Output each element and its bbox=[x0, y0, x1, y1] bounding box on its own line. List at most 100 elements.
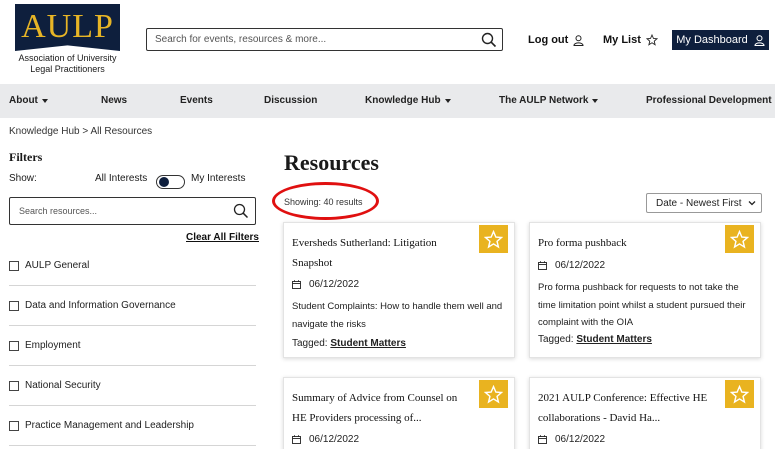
card-title[interactable]: Summary of Advice from Counsel on HE Pro… bbox=[292, 388, 474, 428]
interest-checkbox-employment[interactable]: Employment bbox=[9, 326, 256, 366]
nav-item-professional-development[interactable]: Professional Development bbox=[646, 95, 772, 106]
interest-checkbox-data-governance[interactable]: Data and Information Governance bbox=[9, 286, 256, 326]
nav-item-label: Discussion bbox=[264, 95, 318, 106]
checkbox[interactable] bbox=[9, 340, 19, 351]
tag-link[interactable]: Student Matters bbox=[330, 338, 406, 349]
resource-card[interactable]: 2021 AULP Conference: Effective HE colla… bbox=[529, 377, 761, 449]
interest-label: Data and Information Governance bbox=[25, 300, 176, 311]
my-list-label: My List bbox=[603, 34, 641, 46]
add-to-list-button[interactable] bbox=[479, 380, 508, 408]
nav-item-label: News bbox=[101, 95, 128, 106]
interest-label: National Security bbox=[25, 380, 101, 391]
nav-item-label: Professional Development bbox=[646, 95, 772, 106]
star-icon bbox=[645, 34, 658, 46]
logout-link[interactable]: Log out bbox=[528, 34, 584, 46]
search-icon[interactable] bbox=[481, 32, 497, 48]
interests-toggle[interactable] bbox=[156, 175, 185, 189]
sort-select[interactable]: Date - Newest First bbox=[646, 193, 762, 213]
nav-item-label: About bbox=[9, 95, 38, 106]
checkbox[interactable] bbox=[9, 380, 19, 391]
aulp-logo[interactable]: AULP Association of University Legal Pra… bbox=[15, 4, 120, 75]
logo-flag: AULP bbox=[15, 4, 120, 51]
red-annotation-circle bbox=[272, 182, 379, 220]
nav-item-events[interactable]: Events bbox=[180, 95, 213, 106]
calendar-icon bbox=[538, 261, 547, 270]
breadcrumb-separator: > bbox=[79, 126, 91, 137]
my-list-link[interactable]: My List bbox=[603, 34, 658, 46]
resource-card[interactable]: Eversheds Sutherland: Litigation Snapsho… bbox=[283, 222, 515, 358]
site-search-input[interactable]: Search for events, resources & more... bbox=[146, 28, 503, 51]
card-date-value: 06/12/2022 bbox=[309, 434, 360, 445]
calendar-icon bbox=[292, 280, 301, 289]
card-date-value: 06/12/2022 bbox=[555, 260, 606, 271]
nav-item-label: Events bbox=[180, 95, 213, 106]
tag-label: Tagged: bbox=[292, 338, 328, 349]
show-label: Show: bbox=[9, 173, 37, 184]
sort-value: Date - Newest First bbox=[656, 197, 742, 209]
nav-item-knowledge-hub[interactable]: Knowledge Hub bbox=[365, 95, 451, 106]
caret-down-icon bbox=[444, 98, 451, 103]
card-title[interactable]: Eversheds Sutherland: Litigation Snapsho… bbox=[292, 233, 474, 273]
nav-item-aulp-network[interactable]: The AULP Network bbox=[499, 95, 599, 106]
star-icon bbox=[484, 229, 503, 249]
calendar-icon bbox=[292, 435, 301, 444]
card-date: 06/12/2022 bbox=[292, 279, 359, 290]
resource-search-input[interactable]: Search resources... bbox=[9, 197, 256, 225]
user-icon bbox=[754, 34, 765, 46]
card-description: Student Complaints: How to handle them w… bbox=[292, 301, 503, 330]
card-date: 06/12/2022 bbox=[538, 260, 605, 271]
my-dashboard-label: My Dashboard bbox=[676, 34, 748, 46]
search-icon[interactable] bbox=[233, 203, 249, 219]
add-to-list-button[interactable] bbox=[479, 225, 508, 253]
interest-label: Employment bbox=[25, 340, 81, 351]
checkbox[interactable] bbox=[9, 420, 19, 431]
tag-link[interactable]: Student Matters bbox=[576, 334, 652, 345]
nav-item-news[interactable]: News bbox=[101, 95, 127, 106]
chevron-down-icon bbox=[748, 201, 756, 206]
my-interests-label[interactable]: My Interests bbox=[191, 173, 245, 184]
add-to-list-button[interactable] bbox=[725, 225, 754, 253]
card-date: 06/12/2022 bbox=[292, 434, 359, 445]
card-date: 06/12/2022 bbox=[538, 434, 605, 445]
interest-checkbox-national-security[interactable]: National Security bbox=[9, 366, 256, 406]
breadcrumb-current: All Resources bbox=[90, 126, 153, 137]
card-title[interactable]: 2021 AULP Conference: Effective HE colla… bbox=[538, 388, 720, 428]
card-title[interactable]: Pro forma pushback bbox=[538, 233, 720, 253]
tag-label: Tagged: bbox=[538, 334, 574, 345]
card-tags: Tagged: Student Matters bbox=[292, 338, 406, 349]
my-dashboard-button[interactable]: My Dashboard bbox=[672, 30, 769, 50]
interest-checkbox-aulp-general[interactable]: AULP General bbox=[9, 246, 256, 286]
checkbox[interactable] bbox=[9, 260, 19, 271]
all-interests-label[interactable]: All Interests bbox=[95, 173, 147, 184]
user-icon bbox=[573, 34, 584, 46]
resource-card[interactable]: Summary of Advice from Counsel on HE Pro… bbox=[283, 377, 515, 449]
interest-label: AULP General bbox=[25, 260, 90, 271]
toggle-knob bbox=[159, 177, 169, 187]
card-date-value: 06/12/2022 bbox=[309, 279, 360, 290]
star-icon bbox=[730, 384, 749, 404]
nav-item-about[interactable]: About bbox=[9, 95, 48, 106]
star-icon bbox=[730, 229, 749, 249]
checkbox[interactable] bbox=[9, 300, 19, 311]
filters-title: Filters bbox=[9, 150, 43, 164]
logout-label: Log out bbox=[528, 34, 569, 46]
breadcrumb-knowledge-hub[interactable]: Knowledge Hub bbox=[9, 126, 80, 137]
calendar-icon bbox=[538, 435, 547, 444]
interest-checkbox-practice-management[interactable]: Practice Management and Leadership bbox=[9, 406, 256, 446]
breadcrumb: Knowledge Hub > All Resources bbox=[9, 126, 152, 137]
page-title: Resources bbox=[284, 150, 379, 175]
nav-item-label: The AULP Network bbox=[499, 95, 589, 106]
logo-text: AULP bbox=[21, 8, 114, 45]
site-search-placeholder: Search for events, resources & more... bbox=[155, 34, 327, 45]
resource-search-placeholder: Search resources... bbox=[19, 206, 98, 216]
card-description: Pro forma pushback for requests to not t… bbox=[538, 282, 746, 328]
resource-card[interactable]: Pro forma pushback 06/12/2022 Pro forma … bbox=[529, 222, 761, 358]
add-to-list-button[interactable] bbox=[725, 380, 754, 408]
caret-down-icon bbox=[41, 98, 48, 103]
logo-subtitle: Association of University Legal Practiti… bbox=[18, 53, 117, 74]
card-tags: Tagged: Student Matters bbox=[538, 334, 652, 345]
clear-all-filters-link[interactable]: Clear All Filters bbox=[186, 232, 259, 243]
main-nav: About News Events Discussion Knowledge H… bbox=[0, 84, 775, 118]
caret-down-icon bbox=[592, 98, 599, 103]
nav-item-discussion[interactable]: Discussion bbox=[264, 95, 317, 106]
